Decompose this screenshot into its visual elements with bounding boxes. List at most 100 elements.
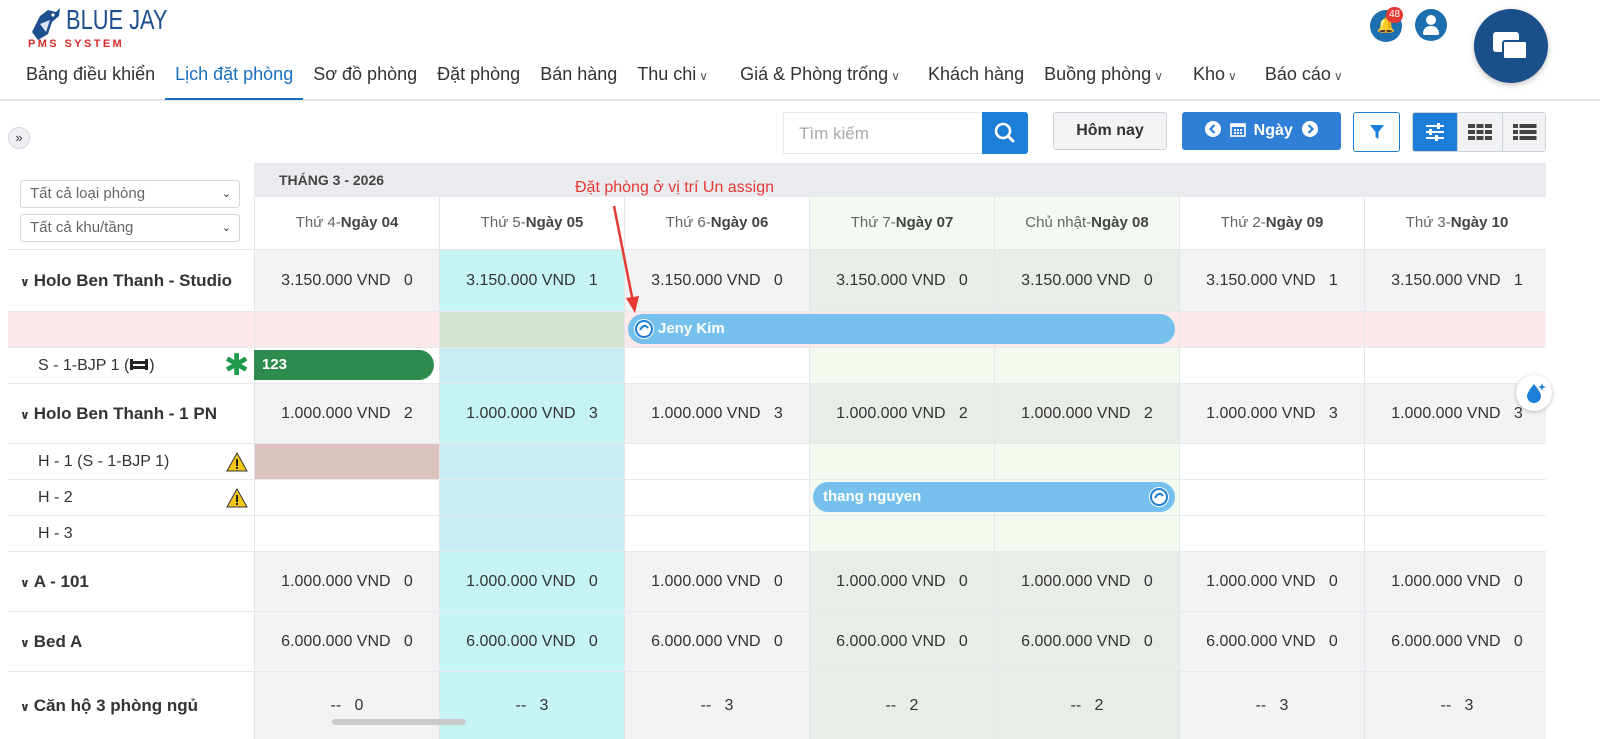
price-cell[interactable]: -- 2	[994, 671, 1179, 739]
day-header[interactable]: Thứ 4-Ngày 04	[254, 197, 439, 249]
view-settings-button[interactable]	[1413, 113, 1457, 151]
room-cell[interactable]	[624, 347, 809, 383]
price-cell[interactable]: -- 2	[809, 671, 994, 739]
area-floor-select[interactable]: Tất cả khu/tầng ⌄	[20, 214, 240, 242]
room-cell[interactable]	[439, 479, 624, 515]
price-cell[interactable]: 1.000.000 VND 2	[809, 383, 994, 443]
search-button[interactable]	[982, 112, 1028, 154]
price-cell[interactable]: 1.000.000 VND 3	[1179, 383, 1364, 443]
chat-button[interactable]	[1474, 9, 1548, 83]
price-cell[interactable]: -- 3	[1364, 671, 1546, 739]
room-cell[interactable]	[809, 347, 994, 383]
price-cell[interactable]: 1.000.000 VND 0	[439, 551, 624, 611]
user-avatar[interactable]	[1415, 9, 1447, 41]
price-cell[interactable]: -- 0	[254, 671, 439, 739]
room-cell[interactable]	[439, 443, 624, 479]
nav-item-6[interactable]: Giá & Phòng trống ∨	[730, 58, 910, 98]
price-cell[interactable]: 1.000.000 VND 0	[254, 551, 439, 611]
room-type-row-label[interactable]: ∨ Căn hộ 3 phòng ngủ	[8, 671, 254, 739]
room-cell[interactable]	[1179, 443, 1364, 479]
chevron-down-icon[interactable]: ∨	[20, 700, 30, 714]
chevron-down-icon[interactable]: ∨	[20, 275, 30, 289]
price-cell[interactable]: 1.000.000 VND 0	[624, 551, 809, 611]
nav-item-4[interactable]: Bán hàng	[530, 58, 627, 98]
room-type-row-label[interactable]: ∨ Holo Ben Thanh - 1 PN	[8, 383, 254, 443]
day-header[interactable]: Thứ 7-Ngày 07	[809, 197, 994, 249]
room-cell[interactable]	[439, 347, 624, 383]
day-header[interactable]: Thứ 2-Ngày 09	[1179, 197, 1364, 249]
price-cell[interactable]: 6.000.000 VND 0	[994, 611, 1179, 671]
room-cell[interactable]	[1179, 479, 1364, 515]
price-cell[interactable]: 1.000.000 VND 3	[439, 383, 624, 443]
room-cell[interactable]	[254, 515, 439, 551]
app-logo[interactable]: BLUE JAY PMS SYSTEM	[26, 2, 168, 50]
day-header[interactable]: Thứ 3-Ngày 10	[1364, 197, 1546, 249]
room-type-row-label[interactable]: ∨ Holo Ben Thanh - Studio	[8, 249, 254, 311]
room-cell[interactable]	[254, 479, 439, 515]
nav-item-8[interactable]: Buồng phòng ∨	[1034, 58, 1173, 98]
room-cell[interactable]	[624, 443, 809, 479]
horizontal-scrollbar[interactable]	[332, 719, 466, 725]
price-cell[interactable]: 1.000.000 VND 0	[809, 551, 994, 611]
room-type-row-label[interactable]: ∨ A - 101	[8, 551, 254, 611]
price-cell[interactable]: 3.150.000 VND 1	[439, 249, 624, 311]
room-cell[interactable]	[624, 479, 809, 515]
price-cell[interactable]: 6.000.000 VND 0	[439, 611, 624, 671]
price-cell[interactable]: -- 3	[439, 671, 624, 739]
room-cell[interactable]	[994, 443, 1179, 479]
price-cell[interactable]: 1.000.000 VND 0	[994, 551, 1179, 611]
price-cell[interactable]: -- 3	[624, 671, 809, 739]
price-cell[interactable]: 3.150.000 VND 0	[254, 249, 439, 311]
room-cell[interactable]	[439, 311, 624, 347]
booking-jeny-kim[interactable]: Jeny Kim	[628, 314, 1175, 344]
price-cell[interactable]: 3.150.000 VND 0	[809, 249, 994, 311]
nav-item-7[interactable]: Khách hàng	[918, 58, 1034, 98]
price-cell[interactable]: 6.000.000 VND 0	[1179, 611, 1364, 671]
price-cell[interactable]: 3.150.000 VND 1	[1179, 249, 1364, 311]
price-cell[interactable]: 3.150.000 VND 0	[994, 249, 1179, 311]
chevron-down-icon[interactable]: ∨	[20, 408, 30, 422]
price-cell[interactable]: 6.000.000 VND 0	[624, 611, 809, 671]
nav-item-10[interactable]: Báo cáo ∨	[1255, 58, 1353, 98]
room-cell[interactable]	[624, 515, 809, 551]
room-cell[interactable]	[439, 515, 624, 551]
search-input[interactable]: Tìm kiếm	[783, 112, 982, 154]
price-cell[interactable]: 1.000.000 VND 0	[1179, 551, 1364, 611]
room-cell[interactable]	[994, 515, 1179, 551]
day-view-button[interactable]: Ngày	[1182, 112, 1341, 150]
price-cell[interactable]: 1.000.000 VND 2	[994, 383, 1179, 443]
price-cell[interactable]: 1.000.000 VND 0	[1364, 551, 1546, 611]
nav-item-5[interactable]: Thu chi ∨	[627, 58, 718, 98]
room-cell[interactable]	[1364, 479, 1546, 515]
room-type-row-label[interactable]: ∨ Bed A	[8, 611, 254, 671]
room-cell[interactable]	[1364, 515, 1546, 551]
room-cell[interactable]	[809, 443, 994, 479]
nav-item-0[interactable]: Bảng điều khiển	[16, 58, 165, 98]
chevron-down-icon[interactable]: ∨	[20, 576, 30, 590]
price-cell[interactable]: -- 3	[1179, 671, 1364, 739]
list-view-button[interactable]	[1502, 113, 1545, 151]
room-cell[interactable]	[1179, 311, 1364, 347]
room-cell[interactable]	[1364, 443, 1546, 479]
price-cell[interactable]: 1.000.000 VND 3	[624, 383, 809, 443]
filter-button[interactable]	[1353, 112, 1400, 152]
expand-sidebar-button[interactable]: »	[8, 127, 30, 149]
room-cell[interactable]	[254, 311, 439, 347]
price-cell[interactable]: 6.000.000 VND 0	[254, 611, 439, 671]
room-cell[interactable]	[1364, 311, 1546, 347]
nav-item-9[interactable]: Kho ∨	[1183, 58, 1247, 98]
day-header[interactable]: Thứ 6-Ngày 06	[624, 197, 809, 249]
chevron-down-icon[interactable]: ∨	[20, 636, 30, 650]
room-cell[interactable]	[254, 443, 439, 479]
room-cell[interactable]	[1179, 347, 1364, 383]
room-cell[interactable]	[809, 515, 994, 551]
price-cell[interactable]: 3.150.000 VND 1	[1364, 249, 1546, 311]
notification-bell[interactable]: 🔔 48	[1370, 7, 1404, 42]
chevron-right-circle-icon[interactable]	[1301, 120, 1319, 138]
chevron-left-circle-icon[interactable]	[1204, 120, 1222, 138]
booking-thang-nguyen[interactable]: thang nguyen	[813, 482, 1175, 512]
nav-item-2[interactable]: Sơ đồ phòng	[303, 58, 427, 98]
today-button[interactable]: Hôm nay	[1053, 112, 1167, 150]
price-cell[interactable]: 6.000.000 VND 0	[1364, 611, 1546, 671]
price-cell[interactable]: 6.000.000 VND 0	[809, 611, 994, 671]
